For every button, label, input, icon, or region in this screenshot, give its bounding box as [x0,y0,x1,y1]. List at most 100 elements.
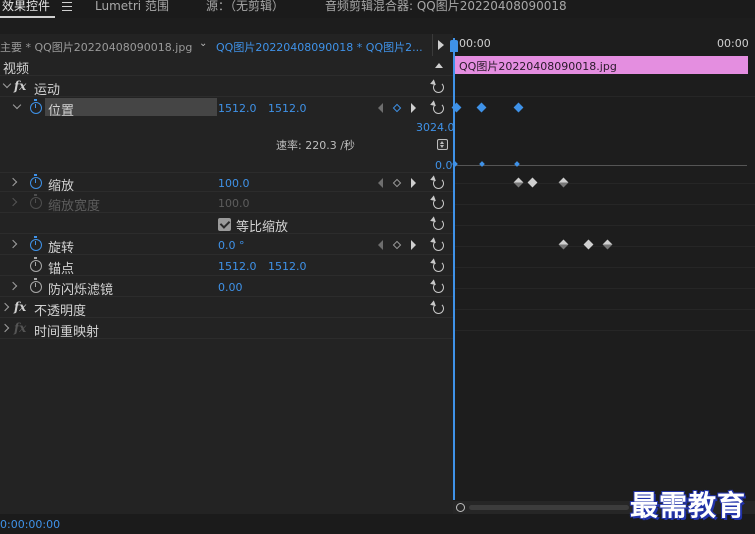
panel-menu-icon[interactable] [62,2,72,11]
effect-row-opacity[interactable]: fx 不透明度 [0,298,453,319]
keyframe-marker[interactable] [558,177,569,188]
property-row-rotation: 旋转 0.0 ° [0,235,453,256]
source-clip-row: 主要 * QQ图片20220408090018.jpg ⌄ QQ图片202204… [0,34,453,56]
next-keyframe-icon[interactable] [411,178,416,188]
current-timecode[interactable]: 0:00:00:00 [0,518,60,531]
prev-keyframe-icon[interactable] [378,240,383,250]
divider [453,288,755,289]
ruler-start-timecode: 00:00 [459,37,491,50]
property-row-flicker: 防闪烁滤镜 0.00 [0,277,453,298]
divider [453,204,755,205]
reset-icon[interactable] [433,303,444,314]
play-icon[interactable] [438,40,444,50]
reset-icon[interactable] [433,103,444,114]
property-row-anchor: 锚点 1512.0 1512.0 [0,256,453,277]
keyframe-marker[interactable] [513,177,524,188]
fx-icon[interactable]: fx [14,300,26,314]
time-ruler[interactable]: 00:00 00:00 [453,34,755,54]
clip-bar[interactable]: QQ图片20220408090018.jpg [455,56,748,74]
keyframe-marker[interactable] [476,102,487,113]
next-keyframe-icon[interactable] [411,103,416,113]
divider [453,183,755,184]
position-x-value[interactable]: 1512.0 [218,102,257,115]
video-section-header: 视频 [0,56,453,77]
uniform-scale-label: 等比缩放 [236,220,289,235]
property-row-scale-width: 缩放宽度 100.0 [0,193,453,214]
property-row-uniform-scale: 等比缩放 [0,214,453,235]
effect-row-motion[interactable]: fx 运动 [0,77,453,98]
effect-row-time-remap[interactable]: fx 时间重映射 [0,319,453,340]
stopwatch-icon [30,194,42,209]
stopwatch-icon[interactable] [30,99,42,114]
keyframe-marker[interactable] [583,239,594,250]
keyframe-marker[interactable] [602,239,613,250]
graph-max-value: 3024.0 [416,121,455,134]
playhead[interactable] [450,38,458,500]
divider [453,309,755,310]
master-clip-label[interactable]: 主要 * QQ图片20220408090018.jpg [0,39,192,55]
scroll-track[interactable] [469,505,629,510]
graph-min-value: 0.0 [435,159,453,172]
tab-audio-clip-mixer[interactable]: 音频剪辑混合器: QQ图片20220408090018 [325,0,567,18]
stopwatch-icon[interactable] [30,174,42,189]
keyframe-timeline[interactable]: 00:00 00:00 QQ图片20220408090018.jpg [450,34,755,514]
ruler-end-timecode: 00:00 [717,37,749,50]
effect-label-opacity: 不透明度 [34,304,87,319]
tab-lumetri-scopes[interactable]: Lumetri 范围 [95,0,169,18]
uniform-scale-checkbox[interactable] [218,218,231,231]
reset-icon[interactable] [433,282,444,293]
anchor-x-value[interactable]: 1512.0 [218,260,257,273]
chevron-right-icon[interactable] [8,239,18,249]
divider [432,34,433,56]
scale-value[interactable]: 100.0 [218,177,250,190]
keyframe-marker[interactable] [513,102,524,113]
anchor-y-value[interactable]: 1512.0 [268,260,307,273]
reset-icon[interactable] [433,198,444,209]
prev-keyframe-icon[interactable] [378,178,383,188]
watermark-logo: 最需教育 [630,489,747,522]
scale-width-value: 100.0 [218,197,250,210]
sequence-clip-label[interactable]: QQ图片20220408090018 * QQ图片2... [216,39,424,55]
add-keyframe-icon[interactable] [392,240,402,250]
rotation-value[interactable]: 0.0 ° [218,239,245,252]
next-keyframe-icon[interactable] [411,240,416,250]
divider [453,267,755,268]
chevron-down-icon[interactable] [12,100,22,110]
chevron-right-icon[interactable] [0,302,10,312]
stopwatch-icon[interactable] [30,257,42,272]
property-row-scale: 缩放 100.0 [0,172,453,194]
keyframe-marker[interactable] [558,239,569,250]
stopwatch-icon[interactable] [30,278,42,293]
reset-icon[interactable] [433,82,444,93]
add-keyframe-icon[interactable] [392,178,402,188]
stopwatch-icon[interactable] [30,236,42,251]
flicker-value[interactable]: 0.00 [218,281,243,294]
add-keyframe-icon[interactable] [392,103,402,113]
fx-icon[interactable]: fx [14,79,26,93]
chevron-right-icon[interactable] [8,281,18,291]
keyframe-marker[interactable] [527,177,538,188]
velocity-graph-area: 3024.0 速率: 220.3 /秒 0.0 [0,118,455,172]
chevron-right-icon[interactable] [0,323,10,333]
fx-icon: fx [14,321,27,335]
speed-readout: 速率: 220.3 /秒 [276,139,355,152]
chevron-down-icon[interactable] [2,79,12,89]
chevron-right-icon[interactable] [8,177,18,187]
velocity-graph-line [453,165,747,166]
property-label-flicker: 防闪烁滤镜 [48,283,114,298]
graph-stepper-icon[interactable] [437,139,448,150]
position-y-value[interactable]: 1512.0 [268,102,307,115]
reset-icon[interactable] [433,219,444,230]
prev-keyframe-icon[interactable] [378,103,383,113]
reset-icon[interactable] [433,261,444,272]
playhead-handle[interactable] [450,40,458,52]
reset-icon[interactable] [433,240,444,251]
tab-source[interactable]: 源：（无剪辑） [206,0,284,18]
divider [453,225,755,226]
reset-icon[interactable] [433,178,444,189]
chevron-down-icon[interactable]: ⌄ [199,38,207,49]
property-label-position: 位置 [48,104,75,119]
effect-label-motion: 运动 [34,83,61,98]
collapse-up-icon[interactable] [435,63,443,68]
zoom-handle[interactable] [456,503,465,512]
